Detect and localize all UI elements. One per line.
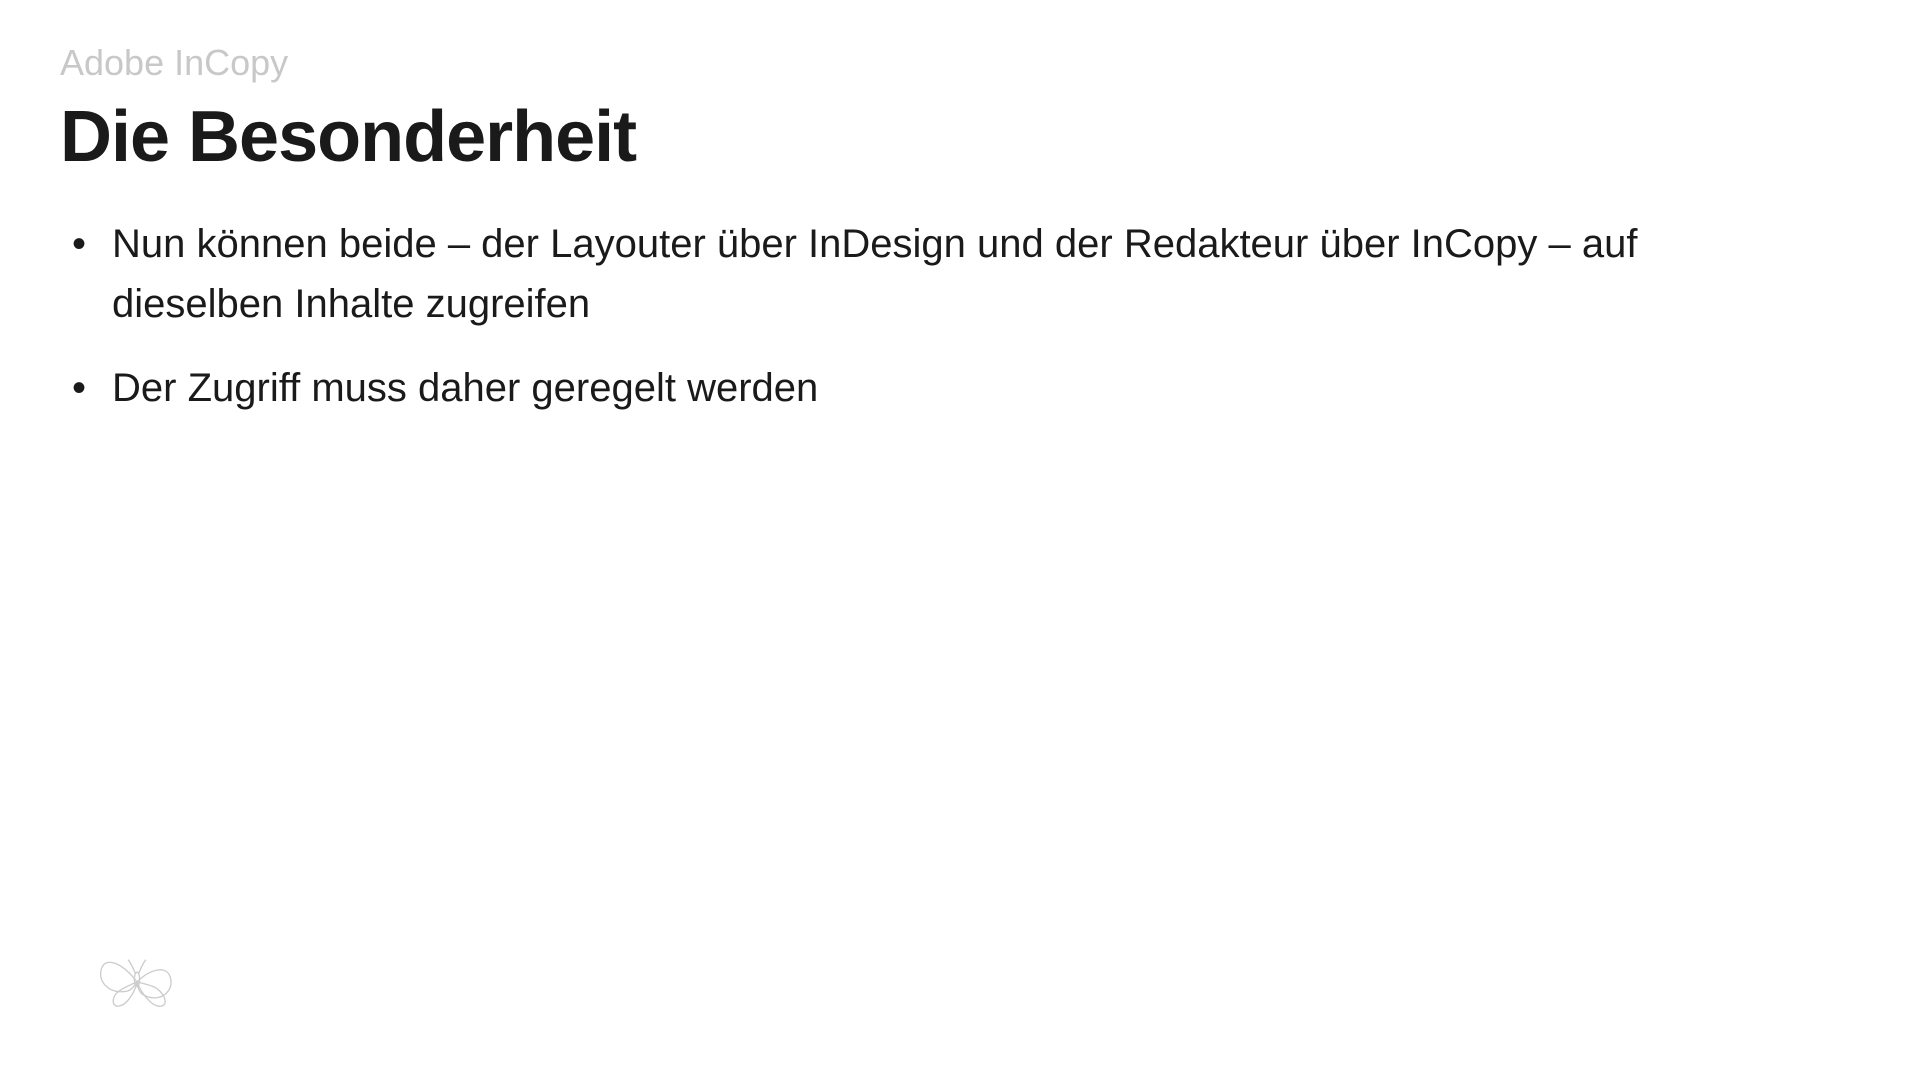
bullet-list: Nun können beide – der Layouter über InD… <box>60 214 1860 418</box>
list-item: Nun können beide – der Layouter über InD… <box>112 214 1860 334</box>
slide-content: Adobe InCopy Die Besonderheit Nun können… <box>0 0 1920 484</box>
butterfly-logo-icon <box>92 942 182 1022</box>
slide-title: Die Besonderheit <box>60 96 1860 178</box>
list-item: Der Zugriff muss daher geregelt werden <box>112 358 1860 418</box>
slide-subtitle: Adobe InCopy <box>60 42 1860 84</box>
